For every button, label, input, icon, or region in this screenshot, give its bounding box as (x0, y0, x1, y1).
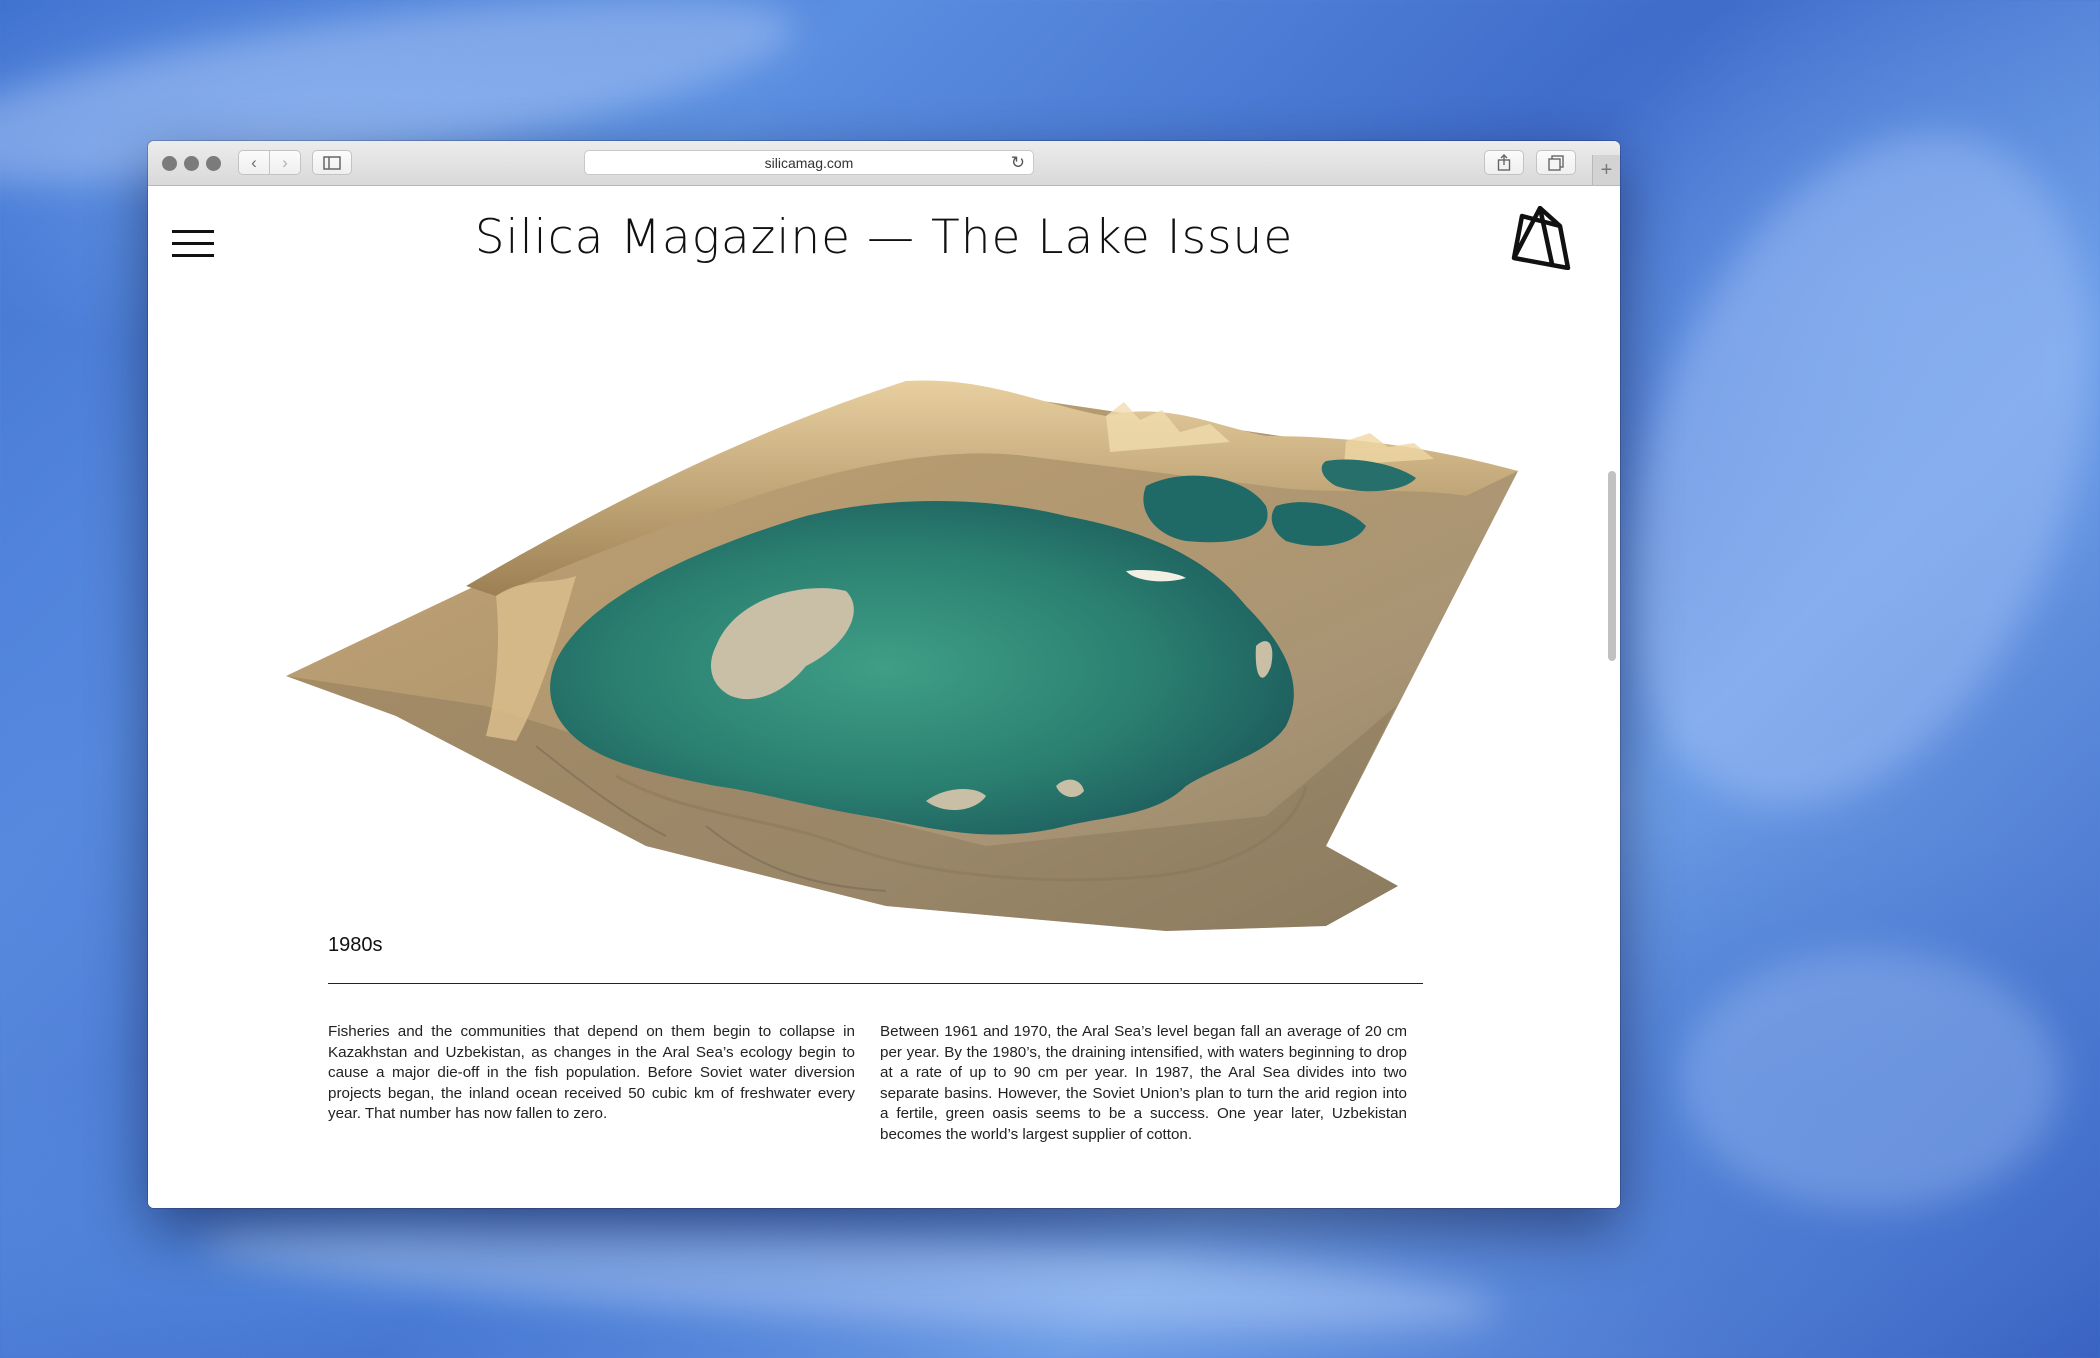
sidebar-icon (323, 155, 341, 170)
reload-icon[interactable]: ↻ (1011, 153, 1025, 173)
url-text: silicamag.com (764, 154, 854, 171)
wallpaper-swirl (198, 1196, 1502, 1354)
web-page: Silica Magazine — The Lake Issue 1980s F… (148, 186, 1620, 1208)
forward-button[interactable]: › (269, 150, 301, 175)
minimize-window-button[interactable] (184, 156, 199, 171)
wallpaper-swirl (1680, 950, 2060, 1210)
close-window-button[interactable] (162, 156, 177, 171)
aral-sea-terrain-3d-map[interactable] (286, 346, 1526, 946)
address-bar[interactable]: silicamag.com ↻ (584, 150, 1034, 175)
tabs-overview-button[interactable] (1536, 150, 1576, 175)
chevron-right-icon: › (282, 152, 288, 172)
plus-icon: + (1600, 158, 1613, 181)
article-paragraph-right: Between 1961 and 1970, the Aral Sea’s le… (880, 1023, 1407, 1143)
section-divider (328, 983, 1423, 984)
page-title: Silica Magazine — The Lake Issue (474, 210, 1294, 265)
share-icon (1497, 154, 1511, 171)
article-paragraph-left: Fisheries and the communities that depen… (328, 1023, 855, 1122)
sidebar-toggle-button[interactable] (312, 150, 352, 175)
share-button[interactable] (1484, 150, 1524, 175)
browser-toolbar: ‹ › silicamag.com ↻ + (148, 141, 1620, 186)
back-button[interactable]: ‹ (238, 150, 270, 175)
zoom-window-button[interactable] (206, 156, 221, 171)
browser-window: ‹ › silicamag.com ↻ + Silica Magazine — … (148, 141, 1620, 1208)
new-tab-button[interactable]: + (1592, 155, 1620, 185)
page-scrollbar[interactable] (1608, 471, 1616, 661)
wallpaper-swirl (1542, 69, 2100, 871)
era-label: 1980s (328, 934, 383, 956)
silica-logo-icon[interactable] (1510, 206, 1572, 270)
tabs-icon (1548, 154, 1564, 171)
chevron-left-icon: ‹ (251, 152, 257, 172)
